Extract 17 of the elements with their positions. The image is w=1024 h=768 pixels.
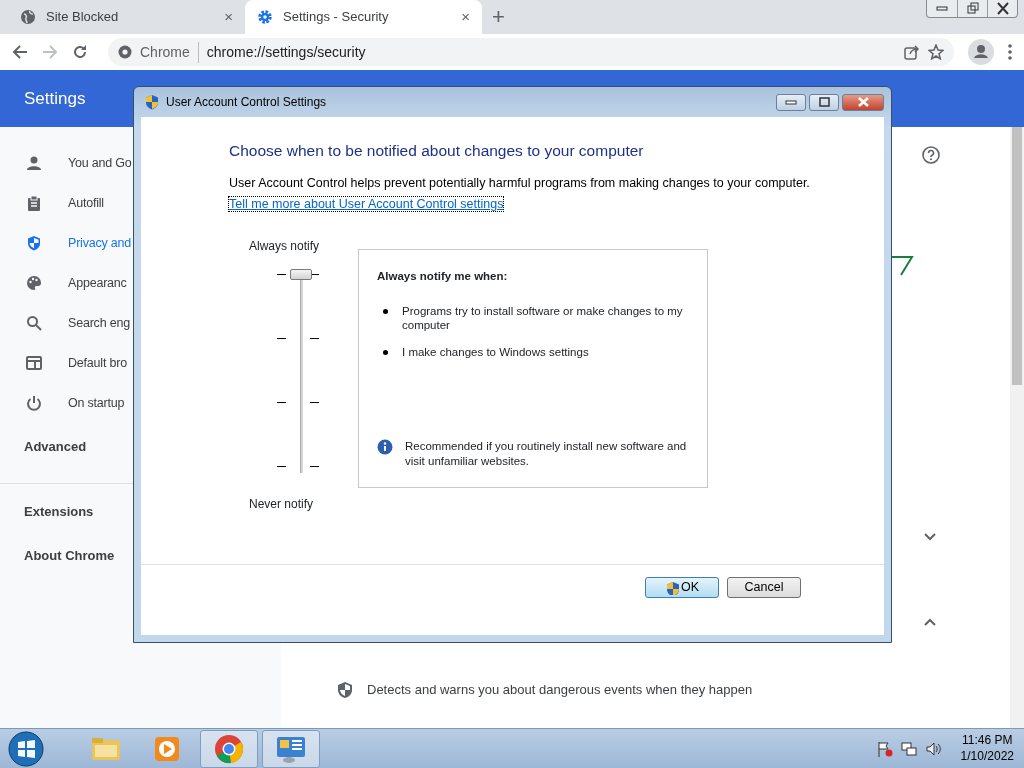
clock-time: 11:46 PM <box>961 732 1014 749</box>
feature-description: Detects and warns you about dangerous events when they happen <box>367 681 753 699</box>
dialog-title: User Account Control Settings <box>166 94 327 111</box>
panel-heading: Always notify me when: <box>377 269 509 285</box>
site-label: Chrome <box>140 41 199 63</box>
dialog-heading: Choose when to be notified about changes to your computer <box>229 141 645 161</box>
slider-label: Never notify <box>249 496 315 514</box>
settings-title: Settings <box>24 87 86 110</box>
clock-date: 1/10/2022 <box>960 748 1014 765</box>
slider-label: Always notify <box>249 238 321 256</box>
bullet-text: Programs try to install software or make changes to my computer <box>402 303 684 334</box>
dialog-description: User Account Control helps prevent potentially harmful programs from making changes to your computer. <box>229 176 811 192</box>
tab-title: Site Blocked <box>46 8 120 27</box>
tab-title: Settings - Security <box>283 8 390 27</box>
url-text: chrome://settings/security <box>206 42 366 62</box>
recommendation-note: Recommended if you routinely install new software and visit unfamiliar websites. <box>405 439 688 470</box>
bullet-text: I make changes to Windows settings <box>402 345 589 361</box>
